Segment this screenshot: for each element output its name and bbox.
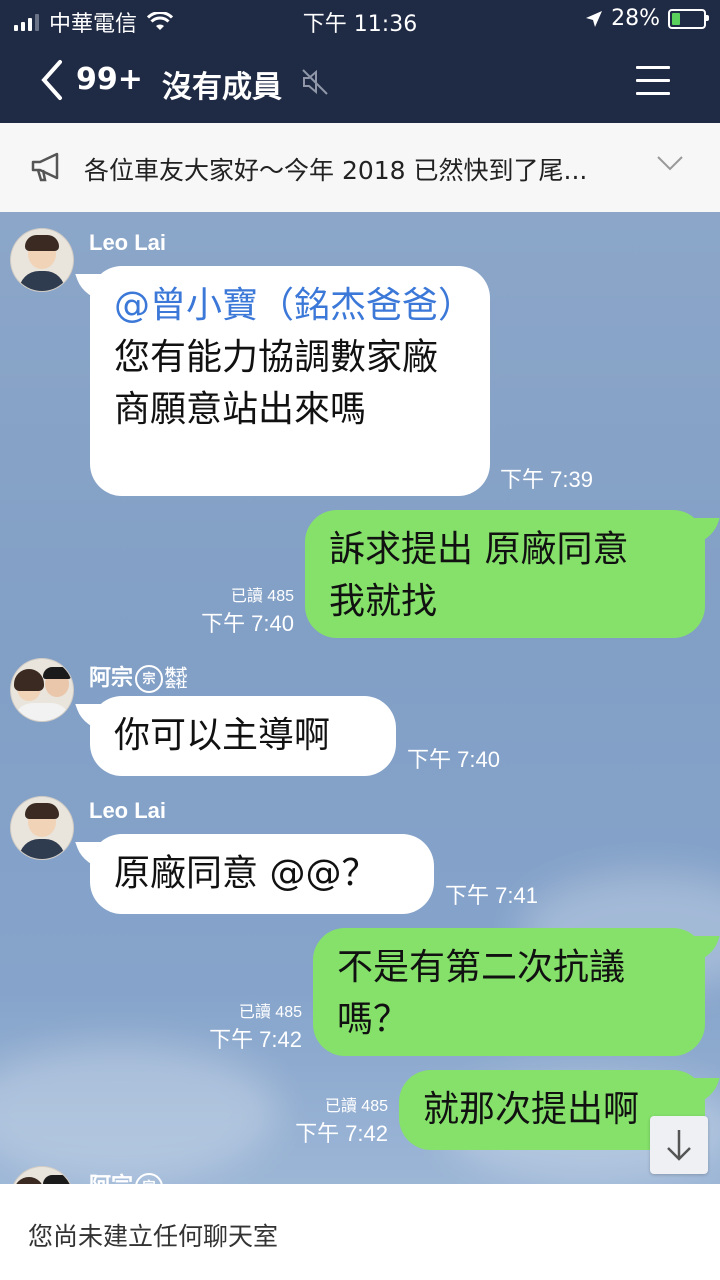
message-text: 我就找	[329, 581, 438, 622]
message-bubble[interactable]: 訴求提出 原廠同意 我就找	[305, 510, 705, 638]
message-text: 您有能力協調數家廠商願意站出來嗎	[114, 337, 439, 430]
cloud-background	[0, 1042, 280, 1182]
menu-icon[interactable]	[636, 66, 670, 96]
avatar[interactable]	[10, 658, 74, 722]
avatar[interactable]	[10, 796, 74, 860]
message-time: 下午 7:40	[201, 611, 294, 636]
battery-percent: 28%	[611, 6, 660, 31]
message-text: 嗎？	[337, 999, 410, 1040]
announcement-bar[interactable]: 各位車友大家好～今年 2018 已然快到了尾...	[0, 123, 720, 213]
sender-name: 阿宗宗	[89, 1168, 164, 1184]
message-text: 訴求提出 原廠同意	[329, 529, 629, 570]
message-bubble[interactable]: 你可以主導啊	[90, 696, 396, 776]
sender-name: 阿宗宗株式会社	[89, 660, 189, 694]
message-bubble[interactable]: 原廠同意 @@？	[90, 834, 434, 914]
back-chevron-icon[interactable]	[36, 58, 70, 102]
no-chatroom-message: 您尚未建立任何聊天室	[28, 1222, 279, 1251]
message-meta: 已讀 485 下午 7:42	[295, 1092, 388, 1148]
read-receipt: 已讀 485	[238, 1004, 302, 1021]
message-meta: 已讀 485 下午 7:42	[209, 998, 302, 1054]
read-receipt: 已讀 485	[324, 1098, 388, 1115]
mention-link[interactable]: @曾小寶（銘杰爸爸）	[114, 285, 474, 326]
announcement-text: 各位車友大家好～今年 2018 已然快到了尾...	[84, 156, 588, 185]
bottom-notice: 您尚未建立任何聊天室	[0, 1184, 720, 1280]
message-time: 下午 7:39	[500, 467, 593, 492]
chat-title: 沒有成員	[162, 70, 282, 105]
sender-badge: 宗	[135, 1173, 164, 1184]
chat-header: 99+ 沒有成員	[0, 40, 720, 123]
arrow-down-icon	[667, 1130, 691, 1161]
chevron-down-icon[interactable]	[656, 153, 684, 173]
mute-icon	[302, 69, 328, 95]
sender-name: Leo Lai	[89, 798, 167, 823]
location-arrow-icon	[586, 10, 603, 27]
message-text: 原廠同意 @@？	[114, 853, 378, 894]
avatar[interactable]	[10, 228, 74, 292]
message-time: 下午 7:40	[407, 747, 500, 772]
chat-area[interactable]: Leo Lai @曾小寶（銘杰爸爸） 您有能力協調數家廠商願意站出來嗎 下午 7:…	[0, 212, 720, 1184]
message-text: 就那次提出啊	[423, 1089, 640, 1130]
sender-badge: 宗	[135, 665, 164, 694]
message-text: 你可以主導啊	[114, 715, 331, 756]
message-time: 下午 7:42	[295, 1121, 388, 1146]
unread-count[interactable]: 99+	[76, 62, 143, 97]
message-bubble[interactable]: @曾小寶（銘杰爸爸） 您有能力協調數家廠商願意站出來嗎	[90, 266, 490, 496]
message-bubble[interactable]: 不是有第二次抗議 嗎？	[313, 928, 705, 1056]
status-bar: 中華電信 下午 11:36 28%	[0, 0, 720, 40]
message-time: 下午 7:42	[209, 1027, 302, 1052]
message-time: 下午 7:41	[445, 883, 538, 908]
battery-icon	[668, 8, 709, 29]
message-meta: 已讀 485 下午 7:40	[201, 582, 294, 638]
scroll-to-bottom-button[interactable]	[650, 1116, 708, 1174]
message-text: 不是有第二次抗議	[337, 947, 626, 988]
sender-badge-small: 株式会社	[165, 667, 188, 691]
megaphone-icon	[31, 152, 59, 182]
sender-name: Leo Lai	[89, 230, 167, 255]
read-receipt: 已讀 485	[230, 588, 294, 605]
